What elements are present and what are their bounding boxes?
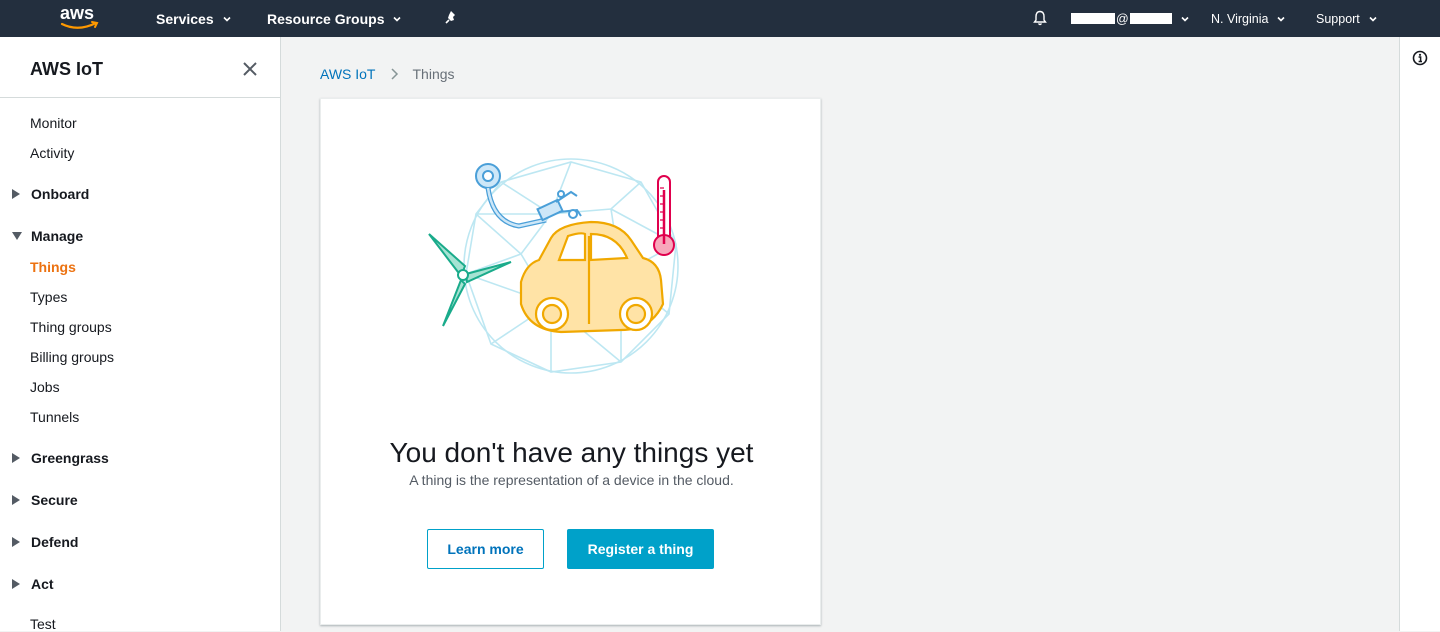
sidebar-group-label: Greengrass [31, 450, 109, 466]
aws-logo-text: aws [60, 3, 94, 23]
sidebar-group-secure[interactable]: Secure [12, 492, 78, 508]
caret-right-icon [12, 579, 20, 589]
breadcrumb-root-link[interactable]: AWS IoT [320, 66, 376, 82]
account-menu[interactable]: @ [1071, 0, 1190, 37]
sidebar-item-thing-groups[interactable]: Thing groups [30, 319, 112, 335]
region-label: N. Virginia [1211, 11, 1269, 26]
close-icon[interactable] [240, 59, 260, 79]
caret-right-icon [12, 189, 20, 199]
sidebar-group-label: Defend [31, 534, 79, 550]
empty-state-card: You don't have any things yet A thing is… [320, 98, 821, 625]
top-navigation-bar: aws Services Resource Groups @ N. Virgin… [0, 0, 1440, 37]
sidebar-group-greengrass[interactable]: Greengrass [12, 450, 109, 466]
chevron-down-icon [223, 16, 231, 22]
services-label: Services [156, 10, 214, 27]
support-label: Support [1316, 11, 1360, 26]
caret-right-icon [12, 495, 20, 505]
region-menu[interactable]: N. Virginia [1211, 0, 1286, 37]
caret-right-icon [12, 453, 20, 463]
iot-things-illustration [428, 158, 679, 374]
sidebar-group-defend[interactable]: Defend [12, 534, 78, 550]
resource-groups-menu[interactable]: Resource Groups [267, 0, 402, 37]
register-thing-button[interactable]: Register a thing [567, 529, 714, 569]
breadcrumb: AWS IoT Things [320, 66, 455, 82]
aws-logo[interactable]: aws [58, 2, 104, 32]
services-menu[interactable]: Services [156, 0, 232, 37]
sidebar-item-jobs[interactable]: Jobs [30, 379, 60, 395]
chevron-down-icon [1369, 16, 1377, 22]
sidebar-item-monitor[interactable]: Monitor [30, 115, 77, 131]
caret-right-icon [12, 537, 20, 547]
breadcrumb-current: Things [412, 66, 455, 82]
learn-more-button[interactable]: Learn more [427, 529, 544, 569]
bell-icon[interactable] [1031, 9, 1049, 27]
sidebar-item-test[interactable]: Test [30, 616, 56, 632]
account-separator: @ [1116, 11, 1129, 26]
caret-down-icon [12, 232, 22, 240]
sidebar-title: AWS IoT [30, 59, 103, 79]
resource-groups-label: Resource Groups [267, 10, 385, 27]
sidebar-divider [0, 97, 280, 98]
chevron-down-icon [1277, 16, 1286, 22]
chevron-down-icon [393, 16, 402, 22]
redacted-account [1129, 13, 1172, 24]
sidebar-group-label: Secure [31, 492, 78, 508]
sidebar-item-things[interactable]: Things [30, 259, 76, 275]
sidebar: AWS IoT Monitor Activity Onboard Manage … [0, 37, 281, 632]
empty-state-subtitle: A thing is the representation of a devic… [409, 472, 734, 488]
support-menu[interactable]: Support [1316, 0, 1378, 37]
sidebar-group-label: Onboard [31, 186, 90, 202]
empty-state-title: You don't have any things yet [389, 437, 754, 468]
chevron-right-icon [390, 68, 398, 80]
sidebar-group-act[interactable]: Act [12, 576, 54, 592]
sidebar-group-label: Act [31, 576, 54, 592]
sidebar-group-label: Manage [31, 228, 84, 244]
chevron-down-icon [1181, 16, 1189, 22]
sidebar-item-tunnels[interactable]: Tunnels [30, 409, 79, 425]
redacted-username [1071, 13, 1115, 24]
sidebar-group-onboard[interactable]: Onboard [12, 186, 89, 202]
sidebar-item-billing-groups[interactable]: Billing groups [30, 349, 114, 365]
info-icon[interactable] [1412, 50, 1428, 66]
sidebar-item-types[interactable]: Types [30, 289, 67, 305]
sidebar-group-manage[interactable]: Manage [12, 228, 83, 244]
sidebar-item-activity[interactable]: Activity [30, 145, 74, 161]
help-panel-rail [1399, 37, 1440, 631]
pin-icon[interactable] [442, 9, 460, 27]
